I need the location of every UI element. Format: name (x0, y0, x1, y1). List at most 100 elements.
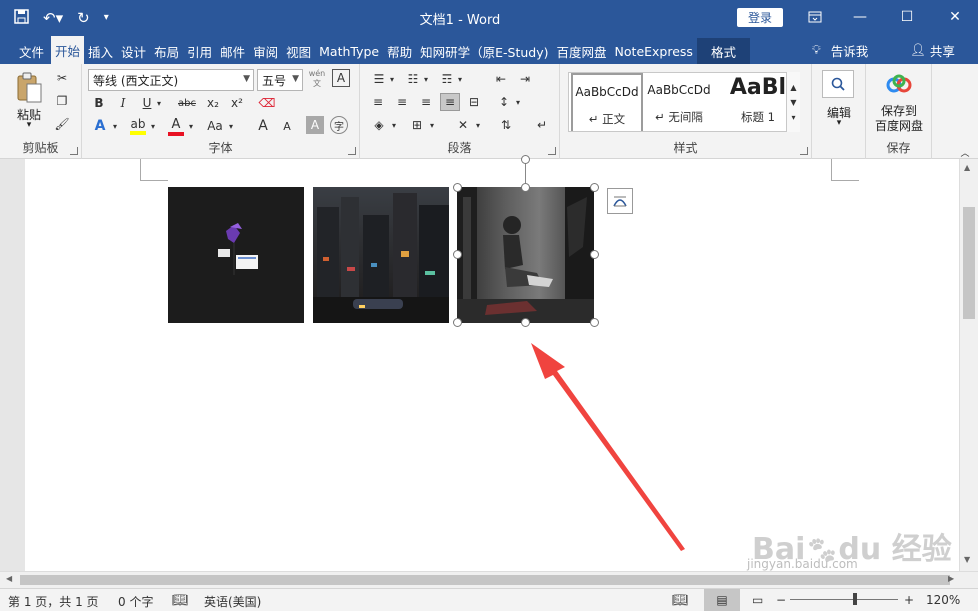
ribbon-display-options-icon[interactable] (800, 6, 830, 28)
read-mode-icon[interactable]: 📖︎ (672, 593, 689, 608)
tab-layout[interactable]: 布局 (150, 38, 183, 64)
zoom-in-icon[interactable]: + (904, 593, 914, 607)
chevron-down-icon[interactable]: ▾ (474, 116, 482, 134)
chevron-down-icon[interactable]: ▾ (148, 116, 158, 136)
document-page[interactable]: Bai🐾︎du 经验 jingyan.baidu.com (25, 155, 959, 571)
minimize-icon[interactable]: — (845, 6, 875, 28)
tab-design[interactable]: 设计 (117, 38, 150, 64)
sort-icon[interactable]: ⇅ (496, 116, 516, 134)
rotate-handle[interactable] (521, 155, 530, 164)
layout-options-icon[interactable] (607, 188, 633, 214)
zoom-slider-thumb[interactable] (852, 593, 857, 605)
show-marks-icon[interactable]: ↵ (532, 116, 552, 134)
paste-icon[interactable] (14, 72, 44, 104)
share-button[interactable]: 👤︎ 共享 (910, 36, 955, 64)
resize-handle-w[interactable] (453, 250, 462, 259)
language-indicator[interactable]: 英语(美国) (204, 593, 261, 610)
redo-icon[interactable]: ↻ (77, 10, 90, 26)
chevron-up-icon[interactable]: ▲ (790, 83, 796, 92)
inserted-image-2[interactable] (313, 187, 449, 323)
tab-mailings[interactable]: 邮件 (216, 38, 249, 64)
tab-insert[interactable]: 插入 (84, 38, 117, 64)
bold-icon[interactable]: B (90, 94, 108, 112)
justify-icon[interactable]: ≡ (440, 93, 460, 111)
chevron-down-icon[interactable]: ▾ (812, 118, 866, 128)
chevron-down-icon[interactable]: ▾ (154, 94, 164, 112)
baidu-netdisk-icon[interactable] (884, 72, 914, 98)
bullets-icon[interactable]: ☰ (368, 70, 390, 88)
tab-cnki-estudy[interactable]: 知网研学（原E-Study) (416, 38, 552, 64)
styles-scroll[interactable]: ▲ ▼ ▾ (786, 72, 800, 132)
distributed-icon[interactable]: ⊟ (464, 93, 484, 111)
subscript-icon[interactable]: x₂ (204, 94, 222, 112)
font-size-combo[interactable]: 五号 ▼ (257, 69, 303, 91)
chevron-down-icon[interactable]: ▾ (226, 116, 236, 136)
horizontal-scrollbar[interactable]: ◀ ▶ (0, 571, 978, 588)
chinese-layout-icon[interactable]: ✕ (452, 116, 474, 134)
web-layout-icon[interactable]: ▭ (752, 593, 763, 607)
borders-icon[interactable]: ⊞ (406, 116, 428, 134)
align-center-icon[interactable]: ≡ (392, 93, 412, 111)
tab-review[interactable]: 审阅 (249, 38, 282, 64)
chevron-down-icon[interactable]: ▾ (422, 70, 430, 88)
chevron-down-icon[interactable]: ▾ (186, 116, 196, 136)
chevron-down-icon[interactable]: ▼ (790, 98, 796, 107)
highlight-color-icon[interactable]: ab (128, 116, 148, 136)
style-no-spacing[interactable]: AaBbCcDd ↵ 无间隔 (643, 73, 715, 131)
cut-icon[interactable]: ✂ (54, 70, 70, 86)
clipboard-launcher-icon[interactable]: . (70, 147, 78, 155)
resize-handle-ne[interactable] (590, 183, 599, 192)
resize-handle-nw[interactable] (453, 183, 462, 192)
tab-view[interactable]: 视图 (282, 38, 315, 64)
copy-icon[interactable]: ❐ (54, 93, 70, 109)
styles-launcher-icon[interactable]: . (800, 147, 808, 155)
maximize-icon[interactable]: ☐ (892, 6, 922, 28)
undo-icon[interactable]: ↶▾ (43, 10, 63, 26)
tab-format[interactable]: 格式 (696, 38, 750, 64)
tab-mathtype[interactable]: MathType (315, 38, 383, 64)
character-border-icon[interactable]: A (332, 69, 350, 87)
page-count[interactable]: 第 1 页，共 1 页 (8, 593, 99, 610)
chevron-down-icon[interactable]: ▾ (514, 93, 522, 111)
resize-handle-n[interactable] (521, 183, 530, 192)
chevron-down-icon[interactable]: ▾ (110, 116, 120, 136)
line-spacing-icon[interactable]: ↕ (494, 93, 514, 111)
superscript-icon[interactable]: x² (228, 94, 246, 112)
collapse-ribbon-icon[interactable]: ︿ (958, 146, 972, 159)
chevron-down-icon[interactable]: ▾ (456, 70, 464, 88)
strikethrough-icon[interactable]: abc (176, 94, 198, 112)
close-icon[interactable]: ✕ (940, 6, 970, 28)
tab-home[interactable]: 开始 (51, 36, 85, 64)
vertical-scroll-thumb[interactable] (963, 207, 975, 319)
customize-qat-icon[interactable]: ▾ (104, 13, 109, 23)
grow-font-icon[interactable]: A (254, 116, 272, 136)
shading-icon[interactable]: ◈ (368, 116, 390, 134)
print-layout-icon[interactable]: ▤ (704, 589, 740, 611)
vertical-scrollbar[interactable]: ▲ ▼ (959, 159, 978, 571)
multilevel-list-icon[interactable]: ☶ (436, 70, 458, 88)
chevron-down-icon[interactable]: ▼ (964, 555, 970, 564)
format-painter-icon[interactable]: 🖌︎ (54, 116, 70, 132)
find-icon[interactable] (822, 70, 854, 98)
italic-icon[interactable]: I (114, 94, 132, 112)
save-icon[interactable] (14, 9, 29, 27)
resize-handle-s[interactable] (521, 318, 530, 327)
shrink-font-icon[interactable]: A (278, 116, 296, 136)
chevron-up-icon[interactable]: ▲ (964, 163, 970, 172)
resize-handle-se[interactable] (590, 318, 599, 327)
horizontal-scroll-thumb[interactable] (20, 575, 950, 585)
tell-me-box[interactable]: 💡︎ 告诉我 (812, 36, 868, 64)
align-right-icon[interactable]: ≡ (416, 93, 436, 111)
character-shading-icon[interactable]: A (306, 116, 324, 134)
more-styles-icon[interactable]: ▾ (791, 113, 795, 122)
chevron-down-icon[interactable]: ▾ (388, 70, 396, 88)
enclose-characters-icon[interactable]: 字 (330, 116, 348, 134)
tab-file[interactable]: 文件 (12, 38, 51, 64)
tab-help[interactable]: 帮助 (383, 38, 416, 64)
paste-dropdown-icon[interactable]: ▾ (8, 120, 50, 130)
clear-formatting-icon[interactable]: ⌫ (258, 94, 276, 112)
increase-indent-icon[interactable]: ⇥ (514, 70, 536, 88)
inserted-image-3-selected[interactable] (457, 187, 594, 323)
font-name-combo[interactable]: 等线 (西文正文) ▼ (88, 69, 254, 91)
resize-handle-sw[interactable] (453, 318, 462, 327)
